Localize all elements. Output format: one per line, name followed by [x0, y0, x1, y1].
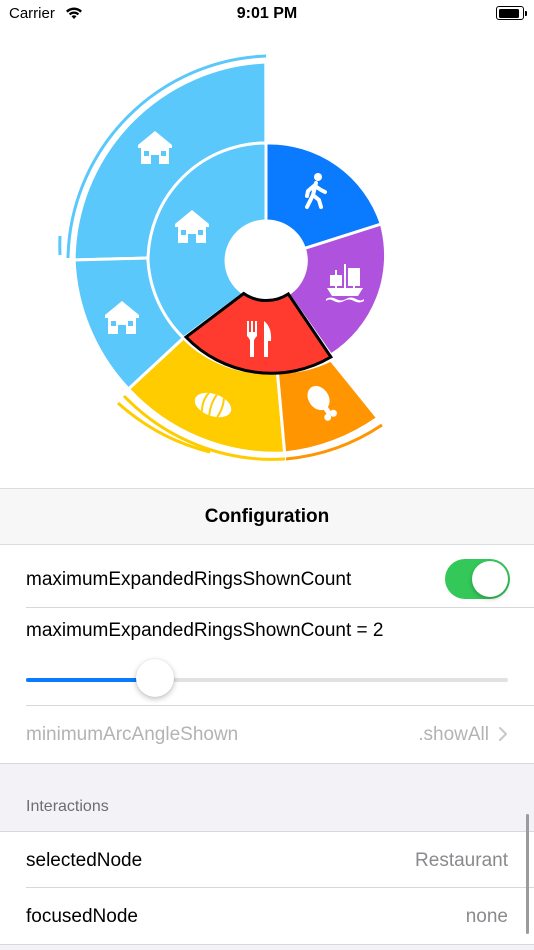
interactions-section-title: Interactions: [26, 798, 109, 815]
slider-label: maximumExpandedRingsShownCount = 2: [26, 620, 384, 641]
slider-track[interactable]: [26, 678, 508, 682]
min-arc-angle-value: .showAll: [418, 724, 489, 745]
scroll-indicator: [526, 814, 529, 934]
min-arc-angle-label: minimumArcAngleShown: [26, 724, 239, 745]
max-rings-toggle[interactable]: [445, 559, 510, 599]
focused-node-row: focusedNode none: [0, 888, 534, 944]
selected-node-row: selectedNode Restaurant: [0, 831, 534, 888]
section-gap: [0, 763, 534, 831]
list-bottom-edge: [0, 944, 534, 950]
toggle-label: maximumExpandedRingsShownCount: [26, 569, 352, 590]
configuration-header: Configuration: [0, 488, 534, 545]
status-bar: Carrier 9:01 PM: [0, 0, 534, 28]
slider-thumb[interactable]: [136, 659, 174, 697]
focused-node-value: none: [465, 906, 508, 927]
clock: 9:01 PM: [236, 5, 298, 22]
slider-row: maximumExpandedRingsShownCount = 2: [0, 608, 534, 705]
selected-node-label: selectedNode: [26, 850, 143, 871]
selected-node-value: Restaurant: [415, 850, 508, 871]
min-arc-angle-row[interactable]: minimumArcAngleShown .showAll: [0, 706, 534, 763]
sunburst-chart[interactable]: [0, 28, 534, 488]
chevron-right-icon: [499, 727, 507, 741]
toggle-knob[interactable]: [472, 561, 508, 597]
battery-icon: [496, 6, 527, 20]
focused-node-label: focusedNode: [26, 906, 138, 927]
